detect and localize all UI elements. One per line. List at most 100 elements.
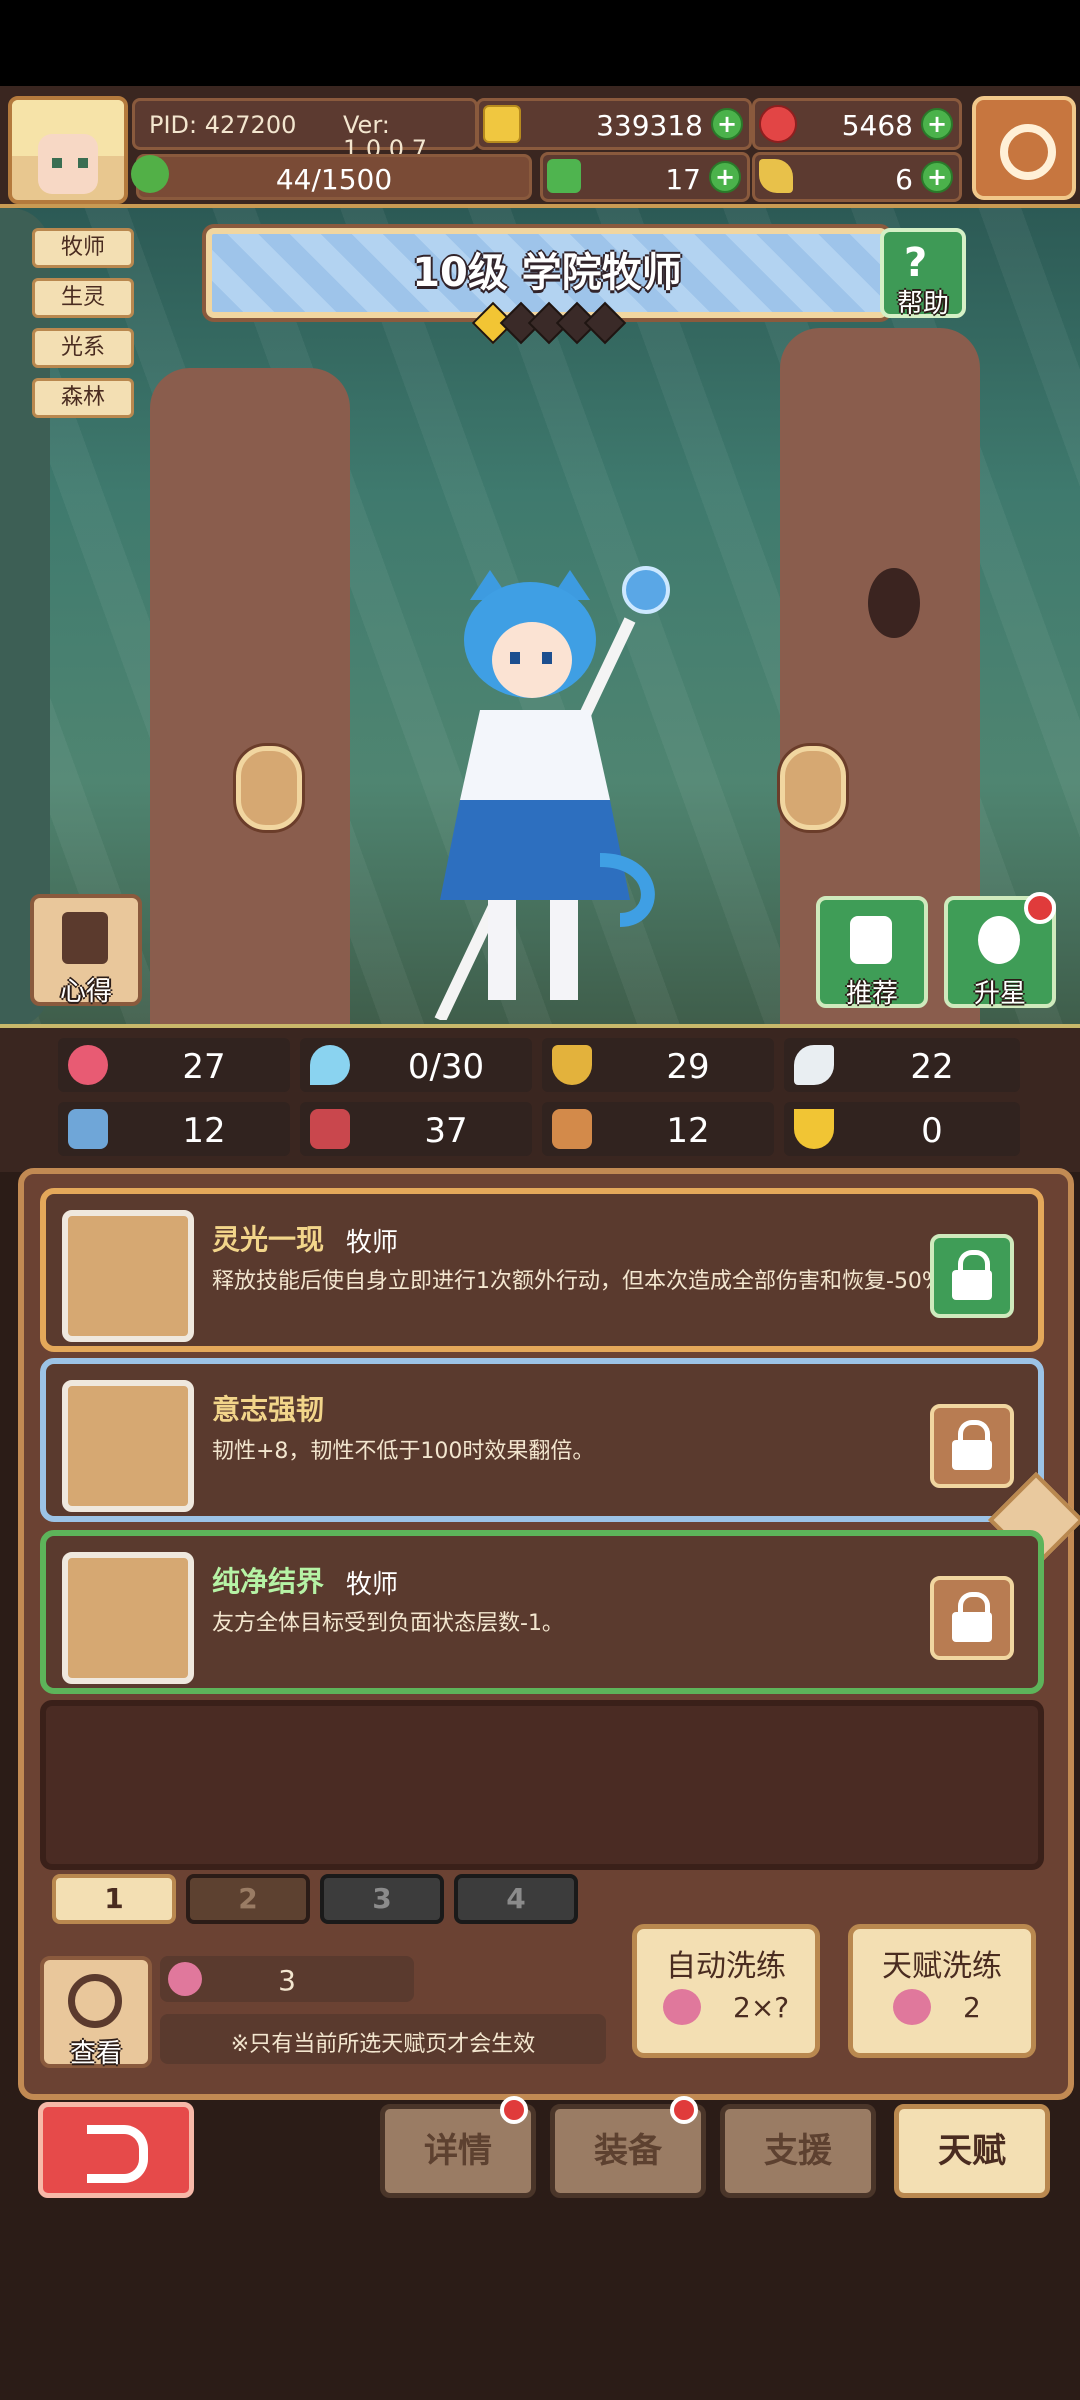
tag-light: 光系 xyxy=(32,328,134,368)
star-badge-icon xyxy=(978,916,1020,964)
insight-button[interactable]: 心得 xyxy=(30,894,142,1007)
help-label: 帮助 xyxy=(896,289,949,319)
prev-hero-button[interactable] xyxy=(236,746,302,830)
view-label: 查看 xyxy=(69,2039,122,2069)
talent-desc: 释放技能后使自身立即进行1次额外行动，但本次造成全部伤害和恢复-50%。 xyxy=(212,1269,965,1294)
talent-name: 灵光一现 xyxy=(212,1223,325,1256)
mana-value: 0/30 xyxy=(407,1047,485,1087)
unlock-button[interactable] xyxy=(930,1576,1014,1660)
tab-support[interactable]: 支援 xyxy=(720,2104,876,2198)
tag-forest: 森林 xyxy=(32,378,134,418)
settings-button[interactable] xyxy=(972,96,1076,200)
stat-luck: 0 xyxy=(784,1102,1020,1156)
gem-box: 5468 + xyxy=(752,98,962,150)
refine-note: ※只有当前所选天赋页才会生效 xyxy=(230,2032,536,2057)
lock-button[interactable] xyxy=(930,1234,1014,1318)
boot-icon xyxy=(552,1109,592,1149)
horn-icon xyxy=(759,159,793,193)
talent-refine-button[interactable]: 天赋洗练 2 xyxy=(848,1924,1036,2058)
stat-hp: 27 xyxy=(58,1038,290,1092)
refine-count-box: 3 xyxy=(160,1956,414,2002)
page-tab-2[interactable]: 2 xyxy=(186,1874,310,1924)
horn-value: 6 xyxy=(895,163,913,196)
stat-strength: 12 xyxy=(58,1102,290,1156)
tag-creature: 生灵 xyxy=(32,278,134,318)
talent-card[interactable]: 灵光一现 牧师 释放技能后使自身立即进行1次额外行动，但本次造成全部伤害和恢复-… xyxy=(40,1188,1044,1352)
hero-character xyxy=(434,566,670,1020)
status-bar xyxy=(0,0,1080,86)
page-tab-3[interactable]: 3 xyxy=(320,1874,444,1924)
book-icon xyxy=(310,1109,350,1149)
potion-icon xyxy=(893,1989,931,2025)
coin-icon xyxy=(483,105,521,143)
cross-icon xyxy=(62,1380,194,1512)
potion-icon xyxy=(663,1989,701,2025)
clover-value: 17 xyxy=(665,163,701,196)
recommend-label: 推荐 xyxy=(845,979,898,1009)
energy-value: 44/1500 xyxy=(275,163,393,196)
back-button[interactable] xyxy=(38,2102,194,2198)
view-button[interactable]: 查看 xyxy=(40,1956,152,2069)
ruby-icon xyxy=(759,105,797,143)
page-tab-1[interactable]: 1 xyxy=(52,1874,176,1924)
thumbs-up-icon xyxy=(850,916,892,964)
add-clover-button[interactable]: + xyxy=(709,161,741,193)
add-gold-button[interactable]: + xyxy=(711,108,743,140)
fist-icon xyxy=(68,1109,108,1149)
talent-refine-label: 天赋洗练 xyxy=(882,1949,1002,1984)
add-gem-button[interactable]: + xyxy=(921,108,953,140)
stat-speed: 22 xyxy=(784,1038,1020,1092)
luck-value: 0 xyxy=(921,1111,943,1151)
page-tab-4[interactable]: 4 xyxy=(454,1874,578,1924)
talent-card[interactable]: 纯净结界 牧师 友方全体目标受到负面状态层数-1。 xyxy=(40,1530,1044,1694)
talent-refine-cost: 2 xyxy=(963,1991,981,2024)
empty-talent-slot xyxy=(40,1700,1044,1870)
talent-card[interactable]: 意志强韧 韧性+8，韧性不低于100时效果翻倍。 xyxy=(40,1358,1044,1522)
tag-priest: 牧师 xyxy=(32,228,134,268)
talent-class: 牧师 xyxy=(346,1570,399,1600)
talent-desc: 韧性+8，韧性不低于100时效果翻倍。 xyxy=(212,1439,595,1464)
notification-dot xyxy=(1024,892,1056,924)
unlock-button[interactable] xyxy=(930,1404,1014,1488)
talent-name: 意志强韧 xyxy=(212,1393,325,1426)
next-hero-button[interactable] xyxy=(780,746,846,830)
tab-talent[interactable]: 天赋 xyxy=(894,2104,1050,2198)
auto-refine-label: 自动洗练 xyxy=(666,1949,786,1984)
strength-value: 12 xyxy=(182,1111,226,1151)
auto-refine-cost: 2×? xyxy=(733,1991,790,2024)
horn-box: 6 + xyxy=(752,152,962,202)
energy-bar: 44/1500 xyxy=(131,154,532,200)
hammer-icon xyxy=(62,1210,194,1342)
intellect-value: 37 xyxy=(424,1111,468,1151)
help-button[interactable]: ? 帮助 xyxy=(880,228,966,319)
notification-dot xyxy=(670,2096,698,2124)
player-avatar[interactable] xyxy=(8,96,128,204)
gear-icon xyxy=(1000,124,1056,180)
stat-mana: 0/30 xyxy=(300,1038,532,1092)
horseshoe-icon xyxy=(794,1109,834,1149)
heart-icon xyxy=(68,1045,108,1085)
auto-refine-button[interactable]: 自动洗练 2×? xyxy=(632,1924,820,2058)
insight-label: 心得 xyxy=(59,977,112,1007)
talent-name: 纯净结界 xyxy=(212,1565,325,1598)
agility-value: 12 xyxy=(666,1111,710,1151)
shield-icon xyxy=(552,1045,592,1085)
pid-version-box: PID: 427200 Ver: 1.0.0.7 xyxy=(132,98,478,161)
pid-label: PID: 427200 xyxy=(149,111,297,139)
refine-note-box: ※只有当前所选天赋页才会生效 xyxy=(160,2014,606,2064)
water-drop-icon xyxy=(310,1045,350,1085)
speed-value: 22 xyxy=(910,1047,954,1087)
magnifier-icon xyxy=(68,1974,122,2028)
clover-icon xyxy=(547,159,581,193)
star-rating xyxy=(471,301,627,345)
stat-intellect: 37 xyxy=(300,1102,532,1156)
gold-value: 339318 xyxy=(596,109,703,142)
clover-box: 17 + xyxy=(540,152,750,202)
star-up-label: 升星 xyxy=(973,979,1026,1009)
recommend-button[interactable]: 推荐 xyxy=(816,896,928,1009)
hp-value: 27 xyxy=(182,1047,226,1087)
stat-agility: 12 xyxy=(542,1102,774,1156)
hero-title: 10级 学院牧师 xyxy=(412,250,682,296)
stat-defense: 29 xyxy=(542,1038,774,1092)
add-horn-button[interactable]: + xyxy=(921,161,953,193)
